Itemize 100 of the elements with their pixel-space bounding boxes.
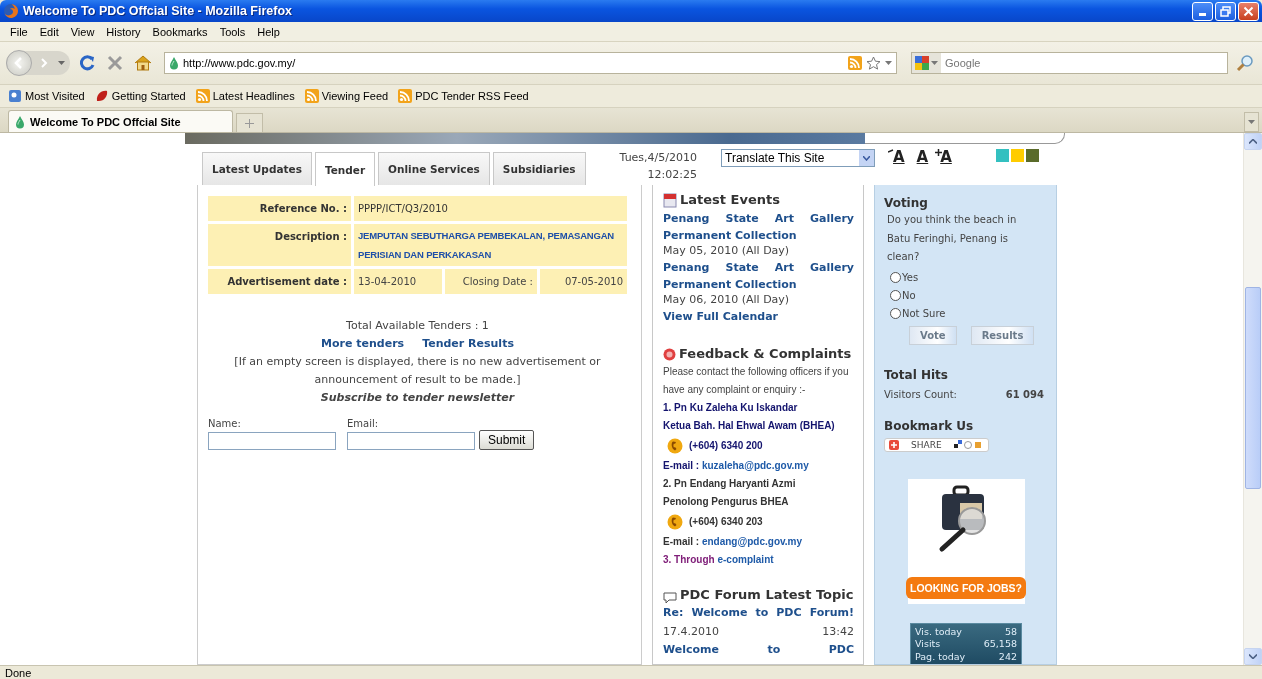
- minimize-button[interactable]: [1192, 1, 1213, 21]
- new-tab-button[interactable]: [236, 113, 263, 132]
- share-button[interactable]: SHARE: [884, 437, 989, 452]
- menu-item[interactable]: History: [100, 23, 147, 40]
- folder-icon: [8, 89, 22, 103]
- site-tab[interactable]: Latest Updates: [202, 152, 312, 185]
- colored-squares-icon: [915, 56, 929, 70]
- bookmark-item[interactable]: Most Visited: [6, 89, 87, 103]
- browser-tab[interactable]: Welcome To PDC Offcial Site: [8, 110, 233, 132]
- menu-item[interactable]: View: [64, 23, 101, 40]
- address-bar[interactable]: http://www.pdc.gov.my/: [164, 52, 897, 74]
- minimize-icon: [1199, 12, 1206, 16]
- address-input[interactable]: http://www.pdc.gov.my/: [183, 57, 844, 69]
- bookmark-item[interactable]: Getting Started: [92, 89, 188, 103]
- site-tab[interactable]: Tender: [314, 152, 376, 186]
- officer-position: Penolong Pengurus BHEA: [663, 495, 790, 509]
- reload-icon: [78, 54, 96, 72]
- email-field[interactable]: [347, 432, 475, 450]
- target-icon: [663, 347, 676, 361]
- scroll-up-button[interactable]: [1244, 133, 1262, 150]
- translate-dropdown[interactable]: Translate This Site: [721, 149, 875, 167]
- menu-item[interactable]: Tools: [213, 23, 252, 40]
- leaf-icon: [94, 89, 109, 103]
- caret-icon[interactable]: [931, 61, 938, 65]
- closing-date: 07-05-2010: [540, 269, 627, 294]
- radio-button[interactable]: [890, 308, 901, 319]
- poll-button[interactable]: Results: [970, 325, 1035, 345]
- field-label: Reference No. :: [208, 196, 351, 221]
- counter-label: Vis. today: [915, 625, 962, 638]
- tender-description[interactable]: JEMPUTAN SEBUTHARGA PEMBEKALAN, PEMASANGAN PERISIAN DAN PERKAKASAN: [354, 224, 627, 266]
- restore-button[interactable]: [1215, 1, 1236, 21]
- search-input[interactable]: Google: [941, 57, 1227, 69]
- search-field[interactable]: Google: [911, 52, 1228, 74]
- field-label: Advertisement date :: [208, 269, 351, 294]
- visitors-count: 61 094: [1005, 388, 1045, 400]
- tab-list-button[interactable]: [1244, 112, 1259, 132]
- radio-button[interactable]: [890, 290, 901, 301]
- theme-swatch[interactable]: [1010, 149, 1024, 162]
- menu-item[interactable]: Edit: [33, 23, 65, 40]
- bookmark-item[interactable]: Viewing Feed: [302, 89, 391, 103]
- site-drop-icon: [15, 114, 25, 129]
- section-title: Bookmark Us: [884, 417, 975, 434]
- close-button[interactable]: [1238, 1, 1259, 21]
- option-label[interactable]: Not Sure: [902, 304, 946, 323]
- counter-label: Pag. today: [915, 650, 966, 663]
- email-link[interactable]: kuzaleha@pdc.gov.my: [701, 460, 809, 471]
- bookmark-item[interactable]: Latest Headlines: [193, 89, 297, 103]
- option-label[interactable]: Yes: [902, 268, 919, 287]
- site-tab[interactable]: Subsidiaries: [492, 152, 586, 185]
- firefox-logo-icon: [3, 3, 19, 19]
- star-icon[interactable]: [866, 55, 881, 71]
- poll-button[interactable]: Vote: [909, 325, 957, 345]
- name-field[interactable]: [208, 432, 336, 450]
- advertisement-date: 13-04-2010: [354, 269, 442, 294]
- window-title: Welcome To PDC Offcial Site - Mozilla Firefox: [23, 4, 294, 18]
- rss-feed-icon: [304, 89, 319, 103]
- menu-item[interactable]: File: [4, 23, 34, 40]
- site-drop-icon: [169, 56, 179, 70]
- tender-link[interactable]: Tender Results: [422, 335, 514, 353]
- phone-icon: [667, 438, 683, 454]
- section-title: Feedback & Complaints: [679, 345, 852, 363]
- font-size-button[interactable]: A: [891, 147, 907, 167]
- font-size-button[interactable]: A: [938, 147, 954, 167]
- rss-feed-icon: [398, 89, 413, 103]
- restore-icon: [1220, 5, 1231, 17]
- theme-swatch[interactable]: [995, 149, 1009, 162]
- radio-button[interactable]: [890, 272, 901, 283]
- officer-name: 1. Pn Ku Zaleha Ku Iskandar: [663, 401, 799, 415]
- reference-number: PPPP/ICT/Q3/2010: [354, 196, 627, 221]
- counter-label: Visits: [915, 638, 941, 651]
- menu-item[interactable]: Bookmarks: [146, 23, 214, 40]
- calendar-link[interactable]: View Full Calendar: [663, 308, 854, 325]
- home-icon: [134, 55, 152, 71]
- scroll-down-button[interactable]: [1244, 648, 1262, 665]
- theme-swatch[interactable]: [1025, 149, 1039, 162]
- counter-value: 242: [998, 650, 1017, 663]
- bookmark-item[interactable]: PDC Tender RSS Feed: [396, 89, 531, 103]
- back-button[interactable]: [6, 50, 32, 76]
- email-link[interactable]: endang@pdc.gov.my: [701, 536, 803, 547]
- field-label: Email:: [347, 418, 380, 429]
- field-label: Name:: [208, 418, 242, 429]
- event-link[interactable]: Penang State Art Gallery Permanent Collection: [663, 210, 854, 244]
- caret-icon[interactable]: [885, 61, 892, 65]
- forum-topic-link[interactable]: Welcome to PDC: [663, 641, 854, 660]
- complaint-link[interactable]: e-complaint: [717, 554, 774, 565]
- jobs-label: LOOKING FOR JOBS?: [906, 576, 1026, 599]
- font-size-button[interactable]: A: [914, 147, 931, 167]
- tender-link[interactable]: More tenders: [321, 335, 405, 353]
- submit-button[interactable]: Submit: [479, 430, 535, 450]
- forum-topic-link[interactable]: Re: Welcome to PDC Forum!: [663, 604, 854, 623]
- rss-feed-icon: [195, 89, 210, 103]
- notice-text: [If an empty screen is displayed, there is no new advertisement or announcement of result to be made.]: [233, 354, 602, 388]
- search-button[interactable]: [1234, 52, 1256, 74]
- scrollbar-thumb[interactable]: [1245, 287, 1261, 489]
- option-label[interactable]: No: [902, 286, 916, 305]
- event-link[interactable]: Penang State Art Gallery Permanent Collection: [663, 259, 854, 293]
- time-text: 12:02:25: [646, 167, 697, 183]
- site-tab[interactable]: Online Services: [378, 152, 490, 185]
- menu-item[interactable]: Help: [251, 23, 286, 40]
- tender-count: Total Available Tenders : 1: [345, 318, 490, 334]
